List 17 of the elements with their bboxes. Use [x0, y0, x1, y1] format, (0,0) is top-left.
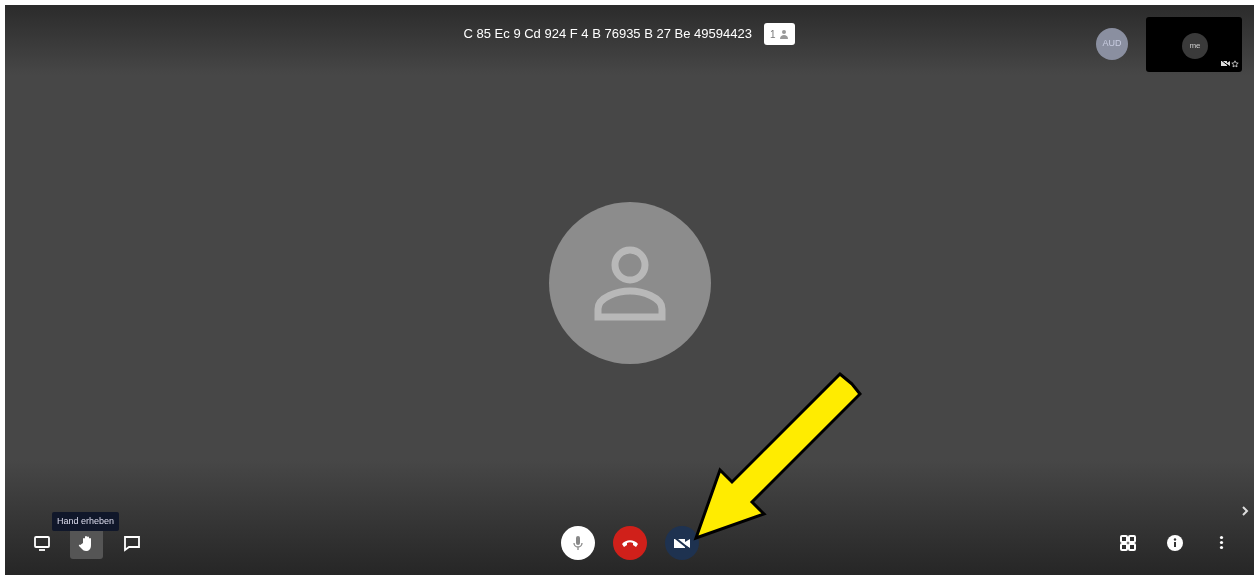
- info-icon: [1165, 533, 1184, 552]
- microphone-button[interactable]: [560, 525, 595, 560]
- more-icon: [1219, 535, 1224, 550]
- participant-count[interactable]: 1: [763, 23, 796, 45]
- microphone-icon: [570, 534, 585, 551]
- tooltip: Hand erheben: [52, 511, 120, 531]
- star-icon: [1231, 60, 1239, 68]
- hang-up-button[interactable]: [612, 525, 647, 560]
- chevron-right-icon[interactable]: [1240, 505, 1250, 517]
- screen-share-icon: [32, 533, 51, 552]
- chat-icon: [122, 533, 141, 552]
- meeting-title: C 85 Ec 9 Cd 924 F 4 B 76935 B 27 Be 49594423: [463, 25, 752, 43]
- self-avatar: me: [1182, 33, 1208, 59]
- grid-icon: [1118, 533, 1137, 552]
- camera-button[interactable]: [664, 525, 699, 560]
- people-icon: [779, 29, 790, 39]
- phone-icon: [620, 537, 639, 548]
